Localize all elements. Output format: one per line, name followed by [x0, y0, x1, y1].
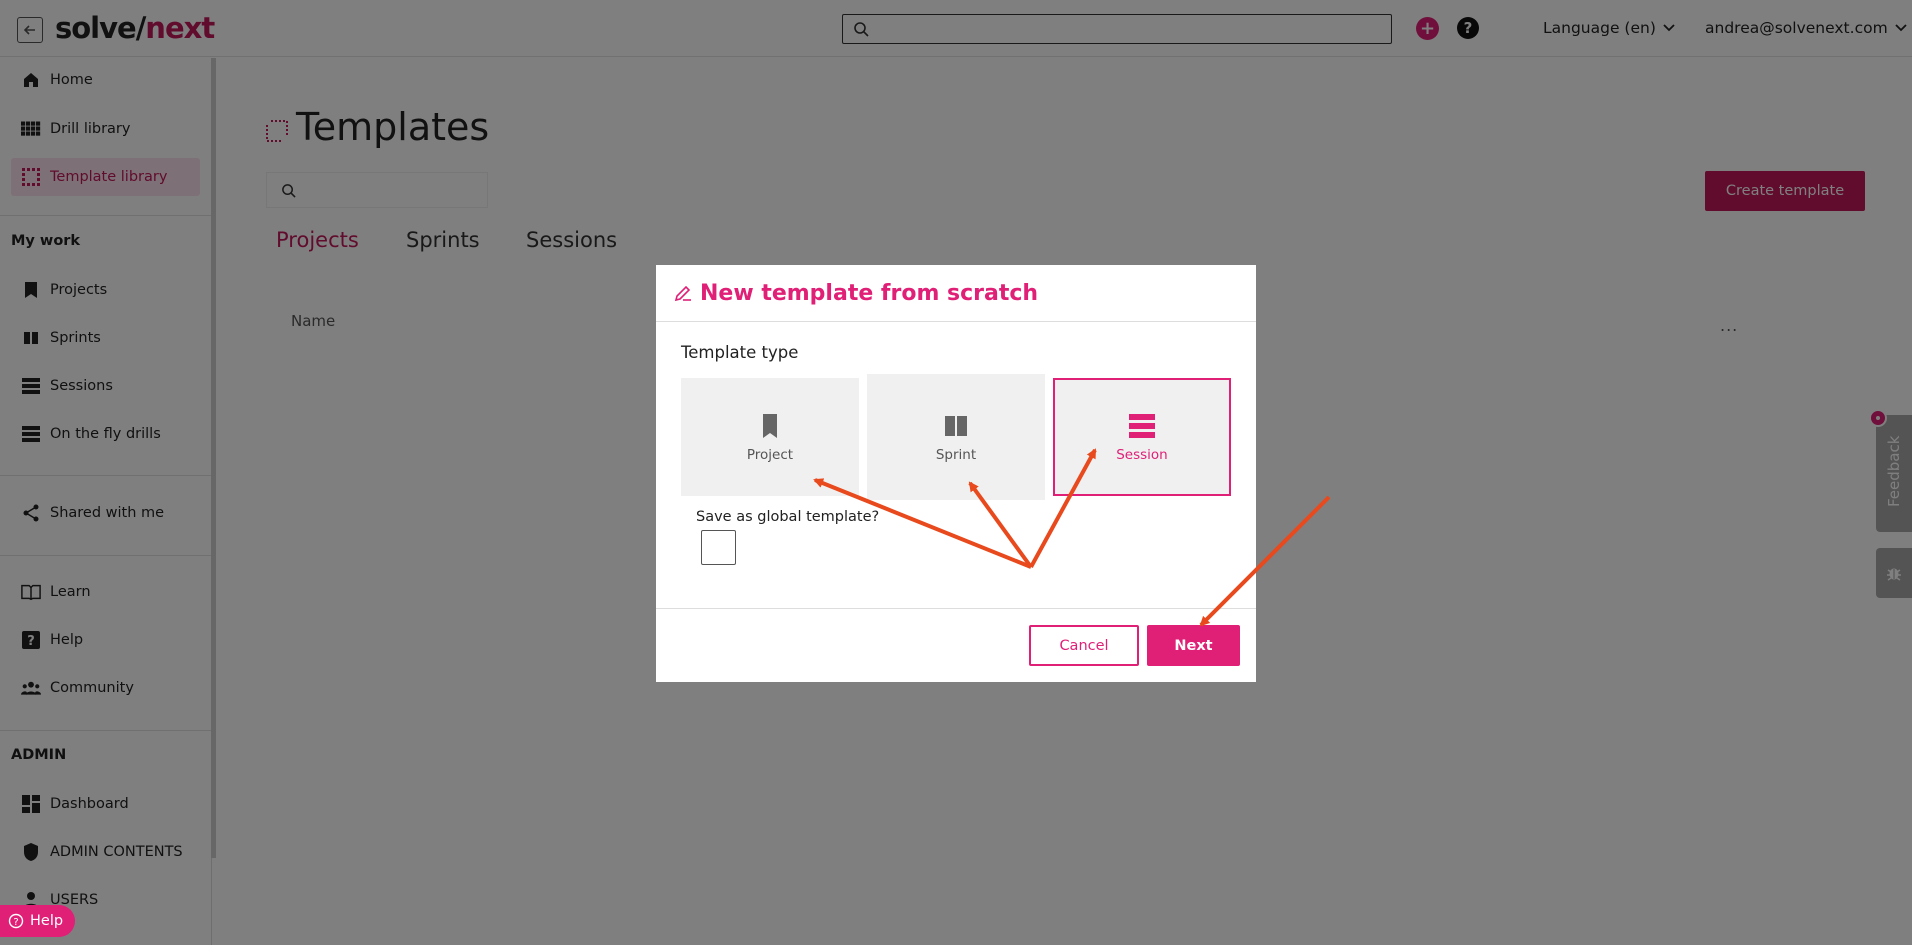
help-circle-icon: ? — [8, 913, 24, 929]
type-card-label: Session — [1116, 447, 1168, 463]
global-template-label: Save as global template? — [696, 509, 880, 525]
bookmark-icon — [763, 414, 777, 438]
sprint-icon — [945, 416, 967, 436]
dialog-title: New template from scratch — [700, 280, 1039, 306]
global-template-checkbox[interactable] — [701, 530, 736, 565]
type-card-label: Project — [746, 447, 794, 463]
cancel-button[interactable]: Cancel — [1029, 625, 1139, 666]
help-pill-label: Help — [30, 913, 64, 929]
template-type-label: Template type — [681, 343, 799, 362]
type-card-project[interactable]: Project — [681, 378, 859, 496]
help-floating-button[interactable]: ? Help — [0, 905, 75, 937]
type-card-label: Sprint — [935, 447, 977, 463]
list-icon — [1129, 414, 1155, 438]
next-button[interactable]: Next — [1147, 625, 1240, 666]
type-card-session[interactable]: Session — [1053, 378, 1231, 496]
new-template-dialog: New template from scratch Template type … — [656, 265, 1256, 682]
svg-text:?: ? — [13, 917, 18, 928]
dialog-header: New template from scratch — [656, 265, 1256, 322]
pencil-icon — [674, 285, 691, 302]
dialog-footer-divider — [656, 608, 1256, 609]
type-card-sprint[interactable]: Sprint — [867, 374, 1045, 500]
